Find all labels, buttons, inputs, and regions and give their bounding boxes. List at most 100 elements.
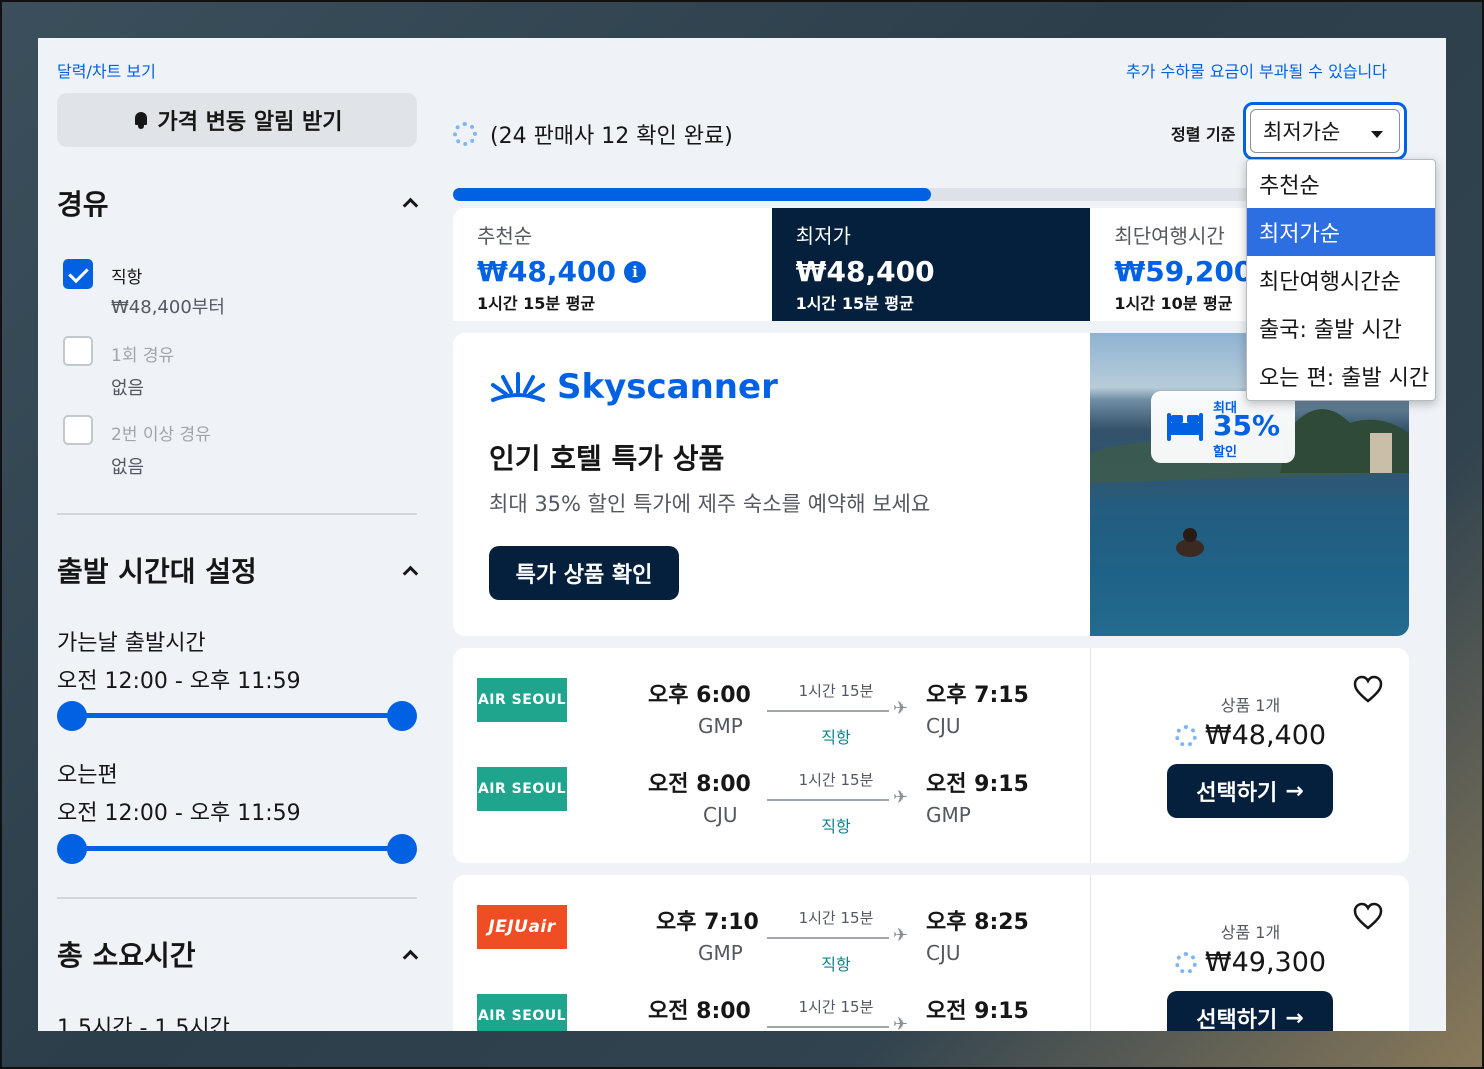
flight-result-card[interactable]: AIR SEOUL 오후 6:00 GMP 1시간 15분 ✈ 직항 오후 7:…: [453, 648, 1409, 863]
airline-logo: AIR SEOUL: [477, 767, 567, 811]
departure-code: CJU: [703, 803, 738, 827]
return-label: 오는편: [57, 763, 118, 788]
chevron-up-icon[interactable]: [403, 947, 417, 961]
arrival-code: GMP: [926, 803, 971, 827]
ad-subtitle: 최대 35% 할인 특가에 제주 숙소를 예약해 보세요: [489, 492, 931, 516]
checkbox-direct[interactable]: [63, 259, 93, 289]
arrow-right-icon: →: [1285, 778, 1304, 804]
airline-logo: AIR SEOUL: [477, 678, 567, 722]
skyscanner-sun-icon: [491, 372, 545, 402]
search-status: (24 판매사 12 확인 완료): [490, 124, 733, 149]
tab-sub: 1시간 15분 평균: [795, 294, 914, 313]
divider: [57, 513, 417, 515]
arrow-right-icon: →: [1285, 1005, 1304, 1031]
stops-option-label: 2번 이상 경유: [111, 425, 211, 445]
skyscanner-logo: Skyscanner: [489, 367, 778, 407]
divider: [57, 897, 417, 899]
route-line: [767, 1026, 889, 1028]
stops-option-sub: ₩48,400부터: [111, 297, 225, 318]
airline-logo: JEJUair: [477, 905, 567, 949]
tab-sub: 1시간 15분 평균: [477, 294, 596, 313]
return-range: 오전 12:00 - 오후 11:59: [57, 801, 301, 826]
tab-name: 추천순: [477, 224, 533, 248]
select-flight-button[interactable]: 선택하기 →: [1167, 764, 1333, 818]
flight-duration: 1시간 15분: [798, 682, 874, 700]
sort-option-return-departure[interactable]: 오는 편: 출발 시간: [1247, 352, 1435, 400]
airline-logo: AIR SEOUL: [477, 994, 567, 1031]
stops-option-label: 1회 경유: [111, 346, 175, 366]
price-panel: 상품 1개 ₩49,300 선택하기 →: [1090, 875, 1409, 1031]
bed-icon: [1167, 413, 1203, 441]
stops-option-sub: 없음: [111, 457, 145, 478]
plane-icon: ✈: [893, 925, 909, 946]
arrival-code: CJU: [926, 941, 961, 965]
outbound-slider-max-handle[interactable]: [387, 701, 417, 731]
check-deals-button[interactable]: 특가 상품 확인: [489, 546, 679, 600]
departure-code: GMP: [698, 714, 743, 738]
sort-option-cheapest[interactable]: 최저가순: [1247, 208, 1435, 256]
tab-price: ₩48,400: [477, 255, 616, 288]
outbound-label: 가는날 출발시간: [57, 631, 206, 656]
brand-name: Skyscanner: [557, 367, 778, 407]
calendar-chart-link[interactable]: 달력/차트 보기: [57, 58, 156, 82]
tab-price: ₩59,200: [1114, 255, 1254, 288]
stops-label: 직항: [821, 728, 851, 747]
plane-icon: ✈: [893, 1014, 909, 1031]
departure-times-title: 출발 시간대 설정: [57, 555, 257, 588]
departure-code: GMP: [698, 941, 743, 965]
sort-option-recommended[interactable]: 추천순: [1247, 160, 1435, 208]
price-panel: 상품 1개 ₩48,400 선택하기 →: [1090, 648, 1409, 863]
duration-range: 1.5시간 - 1.5시간: [57, 1016, 230, 1031]
info-icon[interactable]: i: [623, 260, 646, 283]
departure-time: 오전 8:00: [648, 772, 751, 797]
sort-dropdown-menu: 추천순 최저가순 최단여행시간순 출국: 출발 시간 오는 편: 출발 시간: [1246, 159, 1436, 401]
stops-option-sub: 없음: [111, 378, 145, 399]
deal-count: 상품 1개: [1220, 696, 1281, 715]
flight-duration: 1시간 15분: [798, 998, 874, 1016]
arrival-time: 오후 8:25: [926, 910, 1029, 935]
tab-recommended[interactable]: 추천순 ₩48,400 i 1시간 15분 평균: [453, 208, 772, 321]
select-button-label: 선택하기: [1196, 781, 1278, 806]
chevron-up-icon[interactable]: [403, 195, 417, 209]
tab-cheapest[interactable]: 최저가 ₩48,400 1시간 15분 평균: [771, 208, 1091, 321]
tab-price: ₩48,400: [795, 255, 935, 288]
arrival-time: 오후 7:15: [926, 683, 1029, 708]
outbound-range: 오전 12:00 - 오후 11:59: [57, 669, 301, 694]
loading-spinner-icon: [1174, 951, 1197, 974]
return-slider-track[interactable]: [71, 846, 401, 851]
tab-name: 최저가: [795, 224, 851, 248]
checkbox-two-plus-stops[interactable]: [63, 415, 93, 445]
discount-badge: 최대 35% 할인: [1151, 391, 1295, 463]
plane-icon: ✈: [893, 698, 909, 719]
flight-duration: 1시간 15분: [798, 909, 874, 927]
outbound-slider-track[interactable]: [71, 713, 401, 718]
sort-option-fastest[interactable]: 최단여행시간순: [1247, 256, 1435, 304]
return-slider-min-handle[interactable]: [57, 834, 87, 864]
return-slider-max-handle[interactable]: [387, 834, 417, 864]
sort-label: 정렬 기준: [1171, 125, 1236, 144]
departure-time: 오후 6:00: [648, 683, 751, 708]
baggage-note-link[interactable]: 추가 수하물 요금이 부과될 수 있습니다: [1126, 58, 1387, 82]
chevron-up-icon[interactable]: [403, 563, 417, 577]
checkbox-one-stop[interactable]: [63, 336, 93, 366]
arrival-time: 오전 9:15: [926, 772, 1029, 797]
departure-time: 오전 8:00: [648, 999, 751, 1024]
badge-percent: 35%: [1213, 409, 1281, 442]
sort-selected-value: 최저가순: [1263, 120, 1341, 144]
flight-result-card[interactable]: JEJUair 오후 7:10 GMP 1시간 15분 ✈ 직항 오후 8:25…: [453, 875, 1409, 1031]
select-flight-button[interactable]: 선택하기 →: [1167, 991, 1333, 1031]
result-price: ₩48,400: [1204, 720, 1327, 751]
sort-option-outbound-departure[interactable]: 출국: 출발 시간: [1247, 304, 1435, 352]
loading-spinner-icon: [453, 122, 477, 146]
result-price: ₩49,300: [1204, 947, 1327, 978]
duration-title: 총 소요시간: [57, 939, 196, 972]
deal-count: 상품 1개: [1220, 923, 1281, 942]
stops-option-label: 직항: [111, 268, 143, 288]
flight-duration: 1시간 15분: [798, 771, 874, 789]
select-button-label: 선택하기: [1196, 1008, 1278, 1031]
plane-icon: ✈: [893, 787, 909, 808]
outbound-slider-min-handle[interactable]: [57, 701, 87, 731]
sort-select[interactable]: 최저가순: [1243, 102, 1407, 160]
loading-spinner-icon: [1174, 724, 1197, 747]
price-alert-button[interactable]: 가격 변동 알림 받기: [57, 93, 417, 147]
